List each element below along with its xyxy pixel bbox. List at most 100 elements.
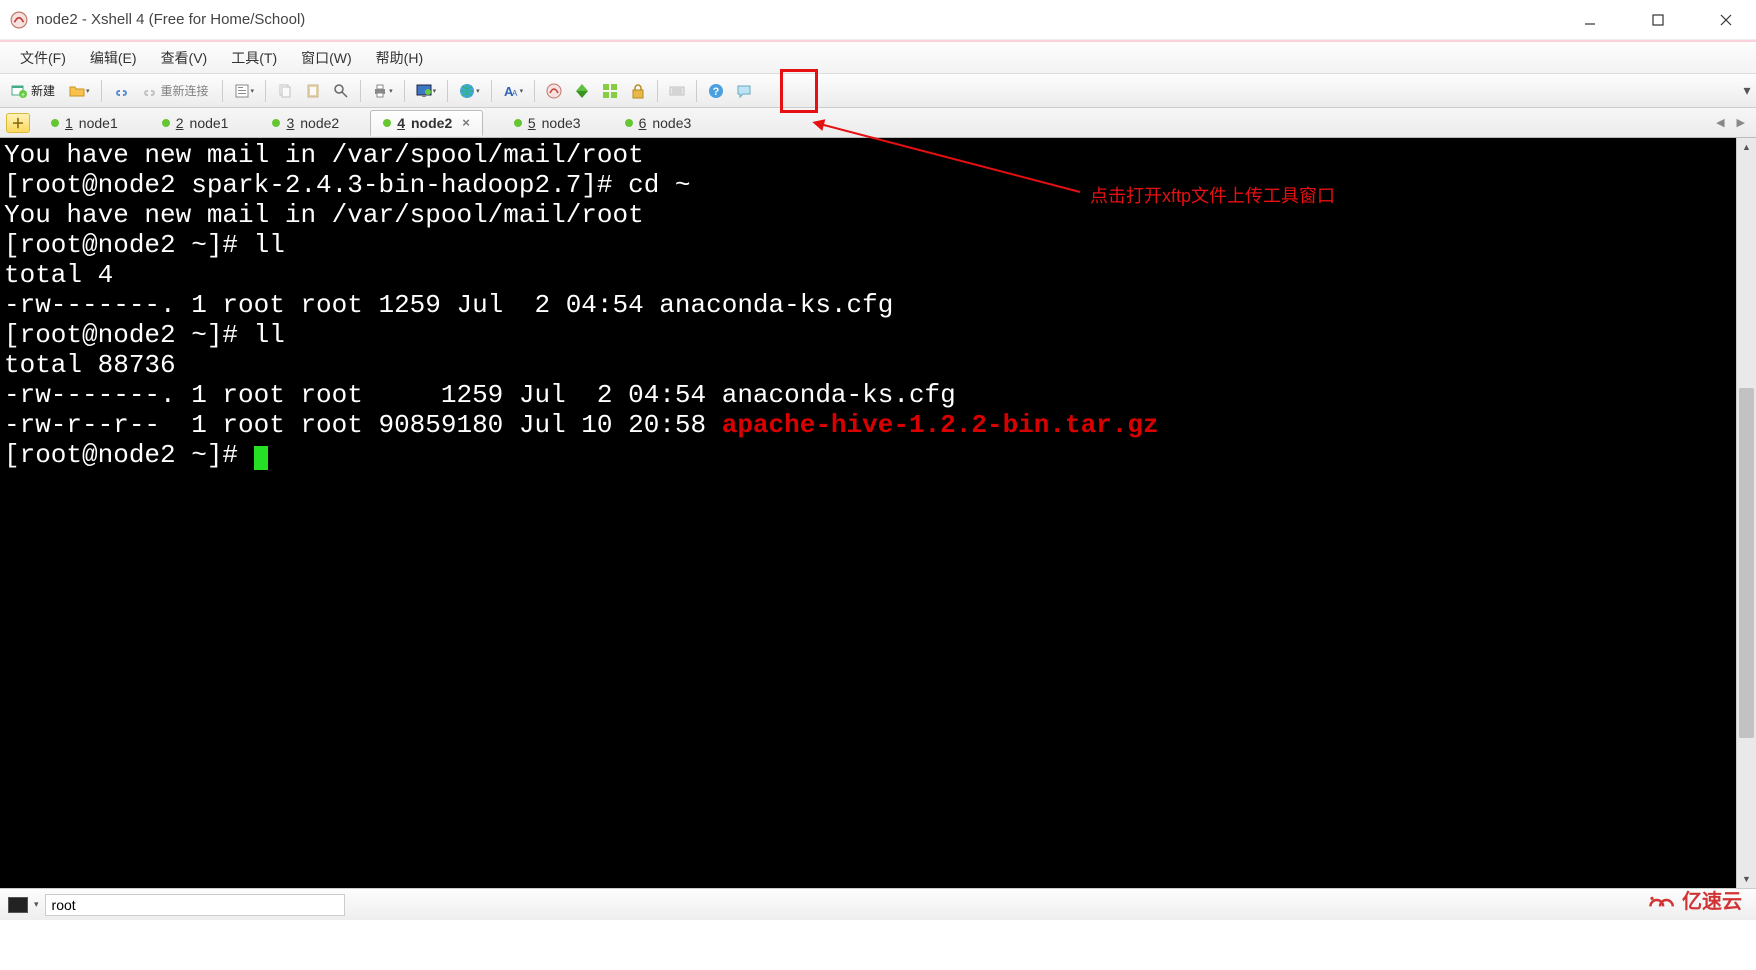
open-button[interactable]: ▾: [64, 78, 95, 104]
terminal-mini-icon: [8, 897, 28, 913]
tab-index: 2: [176, 115, 184, 131]
terminal-container: You have new mail in /var/spool/mail/roo…: [0, 138, 1756, 888]
session-tabs-bar: ＋ 1 node12 node13 node24 node2×5 node36 …: [0, 108, 1756, 138]
scrollbar-thumb[interactable]: [1739, 388, 1754, 738]
link-icon: [113, 83, 129, 99]
search-button[interactable]: [328, 78, 354, 104]
new-session-button[interactable]: + 新建: [6, 78, 62, 104]
menu-bar: 文件(F) 编辑(E) 查看(V) 工具(T) 窗口(W) 帮助(H): [0, 42, 1756, 74]
connection-status-icon: [162, 119, 170, 127]
paste-button[interactable]: [300, 78, 326, 104]
connection-status-icon: [51, 119, 59, 127]
tab-label: node2: [411, 115, 452, 131]
chevron-down-icon: ▾: [389, 87, 393, 95]
scroll-up-button[interactable]: ▲: [1737, 138, 1756, 156]
toolbar-separator: [491, 80, 492, 102]
menu-file[interactable]: 文件(F): [10, 45, 76, 71]
toolbar-separator: [222, 80, 223, 102]
toolbar-separator: [447, 80, 448, 102]
window-titlebar: node2 - Xshell 4 (Free for Home/School): [0, 0, 1756, 40]
tab-scroll-right-button[interactable]: ▶: [1732, 114, 1750, 131]
reconnect-button[interactable]: 重新连接: [136, 78, 216, 104]
close-tab-button[interactable]: ×: [462, 115, 470, 130]
link-button[interactable]: [108, 78, 134, 104]
xshell-icon: [546, 83, 562, 99]
chevron-down-icon: ▾: [251, 87, 255, 95]
window-controls: [1570, 6, 1746, 34]
menu-edit[interactable]: 编辑(E): [80, 45, 147, 71]
minimize-button[interactable]: [1570, 6, 1610, 34]
close-button[interactable]: [1706, 6, 1746, 34]
menu-help[interactable]: 帮助(H): [366, 45, 433, 71]
chat-button[interactable]: [731, 78, 757, 104]
annotation-highlight-box: [780, 69, 818, 113]
session-tab-1[interactable]: 1 node1: [38, 110, 131, 136]
reconnect-label: 重新连接: [161, 82, 209, 99]
search-icon: [333, 83, 349, 99]
window-title: node2 - Xshell 4 (Free for Home/School): [36, 11, 1570, 28]
copy-button[interactable]: [272, 78, 298, 104]
tab-index: 1: [65, 115, 73, 131]
connection-status-icon: [625, 119, 633, 127]
tab-index: 4: [397, 115, 405, 131]
properties-button[interactable]: ▾: [229, 78, 260, 104]
xftp-button[interactable]: [569, 78, 595, 104]
menu-tools[interactable]: 工具(T): [221, 45, 287, 71]
printer-icon: [372, 83, 388, 99]
watermark-text: 亿速云: [1682, 885, 1742, 914]
new-window-icon: +: [11, 83, 27, 99]
tile-windows-icon: [602, 83, 618, 99]
session-tab-3[interactable]: 3 node2: [259, 110, 352, 136]
toolbar-separator: [101, 80, 102, 102]
tile-button[interactable]: [597, 78, 623, 104]
toolbar-separator: [534, 80, 535, 102]
lock-button[interactable]: [625, 78, 651, 104]
toolbar-separator: [360, 80, 361, 102]
session-tab-6[interactable]: 6 node3: [612, 110, 705, 136]
chat-bubble-icon: [736, 83, 752, 99]
tab-label: node3: [652, 115, 691, 131]
copy-icon: [277, 83, 293, 99]
screen-button[interactable]: ▾: [411, 78, 442, 104]
chevron-down-icon[interactable]: ▾: [34, 899, 39, 910]
xshell-button[interactable]: [541, 78, 567, 104]
web-button[interactable]: ▾: [454, 78, 485, 104]
chevron-down-icon: ▾: [476, 87, 480, 95]
session-tab-2[interactable]: 2 node1: [149, 110, 242, 136]
menu-window[interactable]: 窗口(W): [291, 45, 362, 71]
toolbar-overflow-button[interactable]: ▾: [1738, 74, 1756, 107]
keyboard-button[interactable]: [664, 78, 690, 104]
session-tab-5[interactable]: 5 node3: [501, 110, 594, 136]
paste-icon: [305, 83, 321, 99]
folder-open-icon: [69, 83, 85, 99]
keyboard-icon: [669, 83, 685, 99]
help-button[interactable]: ?: [703, 78, 729, 104]
properties-icon: [234, 83, 250, 99]
terminal-output[interactable]: You have new mail in /var/spool/mail/roo…: [0, 138, 1736, 888]
tab-index: 6: [639, 115, 647, 131]
command-bar: ▾ 亿速云: [0, 888, 1756, 920]
lock-icon: [630, 83, 646, 99]
maximize-button[interactable]: [1638, 6, 1678, 34]
font-button[interactable]: AA▾: [498, 78, 529, 104]
session-tab-4[interactable]: 4 node2 ×: [370, 110, 483, 136]
print-button[interactable]: ▾: [367, 78, 398, 104]
xshell-app-icon: [10, 11, 28, 29]
connection-status-icon: [272, 119, 280, 127]
connection-status-icon: [383, 119, 391, 127]
chevron-down-icon: ▾: [520, 87, 524, 95]
command-input[interactable]: [45, 894, 345, 916]
new-tab-button[interactable]: ＋: [6, 113, 30, 133]
svg-text:+: +: [21, 92, 25, 99]
terminal-scrollbar[interactable]: ▲ ▼: [1736, 138, 1756, 888]
new-session-label: 新建: [31, 82, 55, 99]
menu-view[interactable]: 查看(V): [151, 45, 218, 71]
tab-label: node1: [190, 115, 229, 131]
tab-label: node3: [542, 115, 581, 131]
svg-text:A: A: [512, 89, 518, 98]
svg-text:?: ?: [713, 86, 720, 98]
tab-scroll-left-button[interactable]: ◀: [1711, 114, 1729, 131]
help-icon: ?: [708, 83, 724, 99]
tab-label: node2: [300, 115, 339, 131]
unlink-icon: [141, 83, 157, 99]
